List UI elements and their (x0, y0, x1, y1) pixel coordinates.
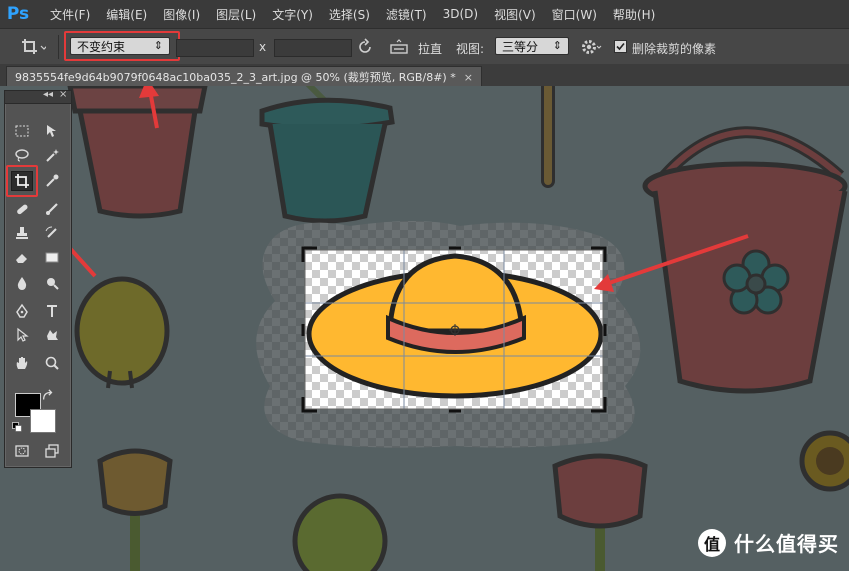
move-tool-icon[interactable] (41, 121, 63, 141)
document-canvas[interactable]: 值 什么值得买 (0, 86, 849, 571)
swap-icon[interactable] (356, 38, 374, 56)
photoshop-logo: Ps (6, 4, 30, 24)
tools-panel: ◂◂ × (4, 89, 72, 468)
clone-stamp-tool-icon[interactable] (11, 223, 33, 243)
flower-pot-left-graphic (67, 86, 208, 219)
zoom-tool-icon[interactable] (41, 353, 63, 373)
quick-mask-icon[interactable] (11, 441, 33, 461)
menu-view[interactable]: 视图(V) (486, 6, 544, 23)
menu-edit[interactable]: 编辑(E) (98, 6, 155, 23)
gradient-tool-icon[interactable] (41, 247, 63, 267)
magic-wand-tool-icon[interactable] (41, 145, 63, 165)
updown-arrows-icon: ⇕ (552, 39, 562, 52)
lasso-tool-icon[interactable] (11, 145, 33, 165)
view-overlay-value: 三等分 (502, 39, 539, 54)
chick-graphic (74, 276, 170, 389)
marquee-tool-icon[interactable] (11, 121, 33, 141)
brush-tool-icon[interactable] (41, 199, 63, 219)
photoshop-window: Ps 文件(F) 编辑(E) 图像(I) 图层(L) 文字(Y) 选择(S) 滤… (0, 0, 849, 571)
type-tool-icon[interactable] (41, 301, 63, 321)
menu-window[interactable]: 窗口(W) (544, 6, 605, 23)
background-color-swatch[interactable] (30, 409, 56, 433)
options-bar: 不变约束 ⇕ x 拉直 视图: 三等分 ⇕ 删除裁剪的像素 (0, 28, 849, 66)
highlight-crop-tool (6, 165, 38, 197)
screen-mode-icon[interactable] (41, 441, 63, 461)
view-label: 视图: (456, 42, 485, 56)
watermark-logo: 值 (698, 528, 726, 557)
document-tab-bar: 9835554fe9d64b9079f0648ac10ba035_2_3_art… (0, 64, 849, 87)
straighten-label[interactable]: 拉直 (418, 40, 442, 57)
canvas-artwork (38, 86, 849, 571)
menu-image[interactable]: 图像(I) (155, 6, 208, 23)
highlight-ratio-dropdown (64, 31, 180, 61)
flower-left-graphic (97, 448, 173, 571)
menu-file[interactable]: 文件(F) (42, 6, 98, 23)
gear-icon[interactable] (580, 38, 602, 56)
ratio-x-label: x (259, 40, 267, 54)
document-tab-title: 9835554fe9d64b9079f0648ac10ba035_2_3_art… (15, 71, 456, 84)
crop-preview (256, 221, 641, 448)
menu-bar: Ps 文件(F) 编辑(E) 图像(I) 图层(L) 文字(Y) 选择(S) 滤… (0, 0, 849, 28)
menu-select[interactable]: 选择(S) (321, 6, 378, 23)
path-selection-tool-icon[interactable] (11, 325, 33, 345)
history-brush-tool-icon[interactable] (41, 223, 63, 243)
eraser-tool-icon[interactable] (11, 247, 33, 267)
menu-help[interactable]: 帮助(H) (605, 6, 663, 23)
view-overlay-dropdown[interactable]: 三等分 ⇕ (495, 37, 569, 55)
dodge-tool-icon[interactable] (41, 273, 63, 293)
tools-panel-header[interactable]: ◂◂ × (5, 89, 71, 104)
menu-3d[interactable]: 3D(D) (435, 7, 486, 21)
hand-tool-icon[interactable] (11, 353, 33, 373)
ratio-height-input[interactable] (274, 39, 352, 57)
default-colors-icon[interactable] (11, 421, 23, 433)
document-tab[interactable]: 9835554fe9d64b9079f0648ac10ba035_2_3_art… (6, 66, 482, 87)
menu-layer[interactable]: 图层(L) (208, 6, 264, 23)
options-divider (58, 35, 59, 59)
custom-shape-tool-icon[interactable] (41, 325, 63, 345)
close-icon[interactable]: × (59, 89, 67, 100)
teal-cup-graphic (259, 86, 395, 224)
eyedropper-tool-icon[interactable] (41, 171, 63, 191)
blur-tool-icon[interactable] (11, 273, 33, 293)
menu-type[interactable]: 文字(Y) (264, 6, 321, 23)
delete-cropped-checkbox[interactable] (614, 40, 627, 53)
ratio-width-input[interactable] (176, 39, 254, 57)
healing-brush-tool-icon[interactable] (11, 199, 33, 219)
straighten-icon[interactable] (389, 39, 409, 55)
tulip-graphic (552, 453, 648, 571)
crop-tool-preset-icon[interactable] (20, 37, 48, 57)
delete-cropped-label: 删除裁剪的像素 (632, 42, 717, 56)
cactus-graphic (292, 493, 388, 571)
menu-filter[interactable]: 滤镜(T) (378, 6, 435, 23)
watermark: 值 什么值得买 (698, 528, 839, 557)
close-icon[interactable]: × (464, 71, 473, 84)
watermark-text: 什么值得买 (734, 532, 839, 556)
pen-tool-icon[interactable] (11, 301, 33, 321)
swap-colors-icon[interactable] (41, 389, 55, 403)
collapse-icon[interactable]: ◂◂ (43, 89, 53, 100)
sunflower-graphic (799, 430, 849, 492)
